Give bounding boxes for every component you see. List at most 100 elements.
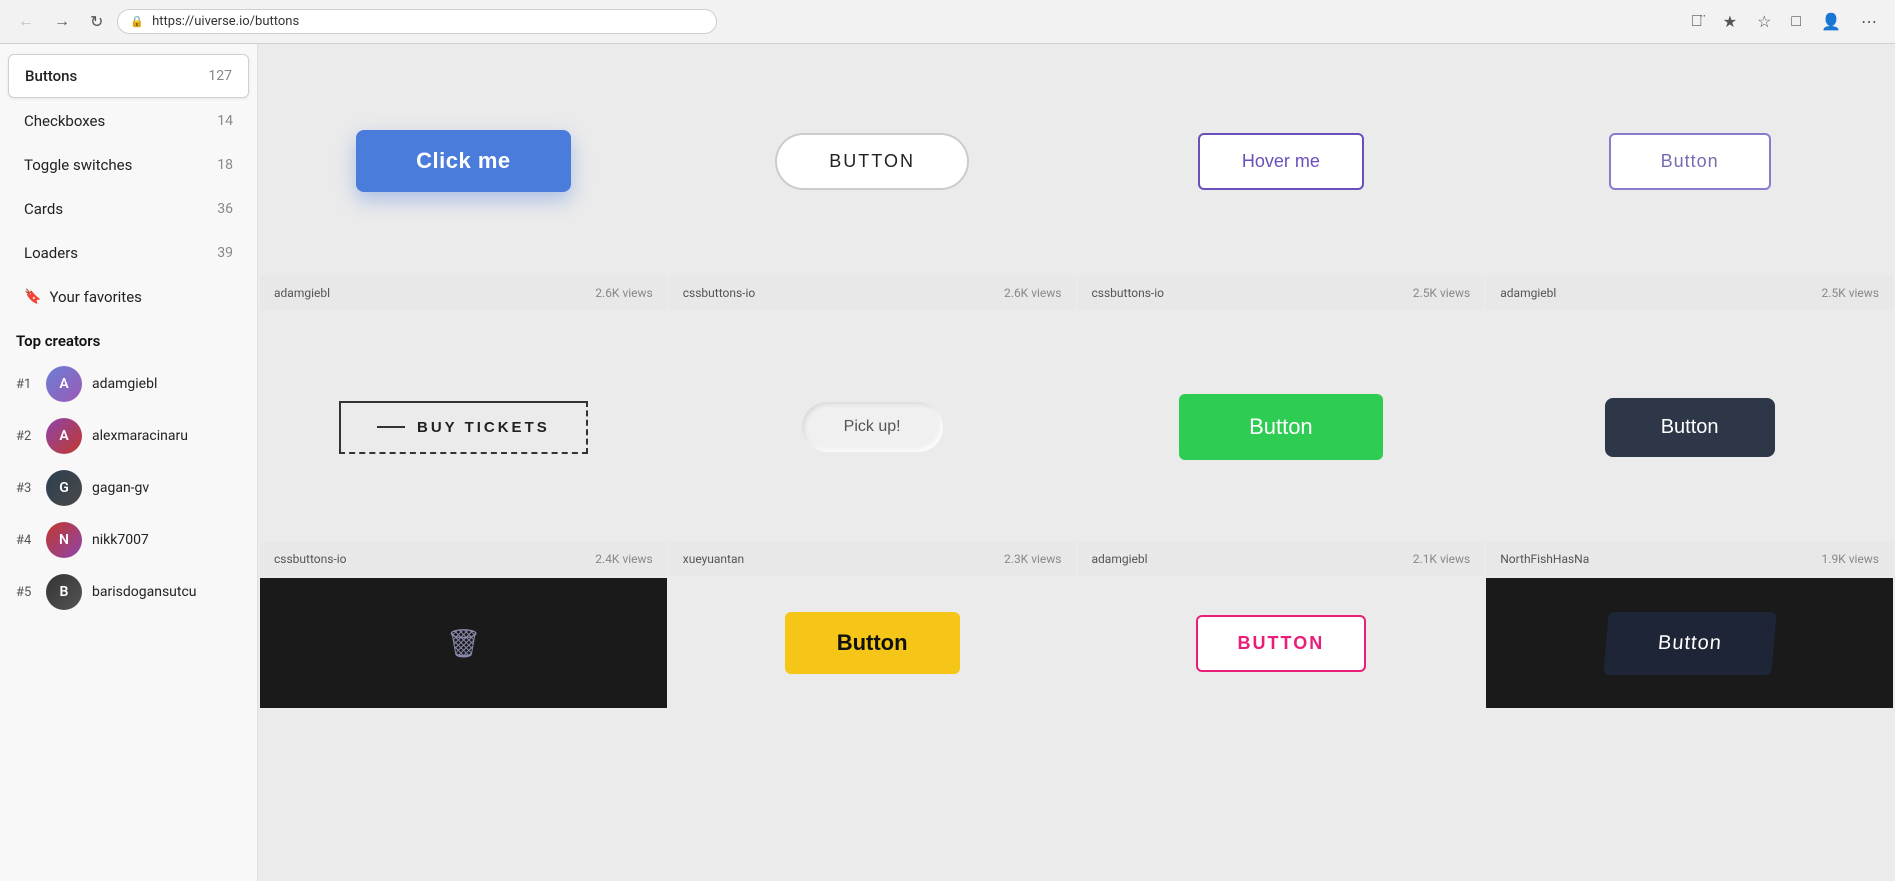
card-footer: xueyuantan 2.3K views [669, 542, 1076, 576]
creator-item-adamgiebl[interactable]: #1 A adamgiebl [0, 358, 257, 410]
card-preview: Button [1486, 312, 1893, 542]
avatar: A [46, 366, 82, 402]
sidebar-item-label: Buttons [25, 67, 77, 85]
browser-chrome: ← → ↻ 🔒 https://uiverse.io/buttons ｈ̈ ★ … [0, 0, 1895, 44]
card-preview: Button [1078, 312, 1485, 542]
card-views: 2.6K views [595, 286, 652, 300]
card-views: 2.6K views [1004, 286, 1061, 300]
address-bar[interactable]: 🔒 https://uiverse.io/buttons [117, 9, 717, 34]
collections-button[interactable]: □ [1785, 9, 1807, 35]
avatar: A [46, 418, 82, 454]
card-footer: adamgiebl 2.6K views [260, 276, 667, 310]
card-author: adamgiebl [1092, 552, 1148, 566]
preview-button[interactable]: Button [1609, 133, 1771, 190]
url-text: https://uiverse.io/buttons [152, 14, 299, 29]
card-author: cssbuttons-io [1092, 286, 1165, 300]
preview-button[interactable]: Button [1179, 394, 1383, 460]
card-views: 2.5K views [1413, 286, 1470, 300]
grid-card: Button [669, 578, 1076, 708]
main-content: Click me adamgiebl 2.6K views BUTTON css… [258, 44, 1895, 881]
sidebar-item-label: Your favorites [49, 288, 141, 306]
browser-toolbar-right: ｈ̈ ★ ☆ □ 👤 ⋯ [1685, 8, 1883, 36]
avatar: B [46, 574, 82, 610]
profile-button[interactable]: 👤 [1815, 8, 1847, 36]
creator-rank: #4 [16, 533, 36, 548]
creator-name: gagan-gv [92, 480, 149, 496]
grid-card: Hover me cssbuttons-io 2.5K views [1078, 46, 1485, 310]
lock-icon: 🔒 [130, 15, 144, 28]
sidebar-item-count: 39 [217, 245, 233, 261]
back-button[interactable]: ← [12, 9, 40, 35]
creator-rank: #5 [16, 585, 36, 600]
card-preview: Click me [260, 46, 667, 276]
menu-button[interactable]: ⋯ [1855, 8, 1883, 36]
preview-button[interactable]: BUY TICKETS [339, 401, 588, 454]
sidebar: Buttons127Checkboxes14Toggle switches18C… [0, 44, 258, 881]
card-preview: BUY TICKETS [260, 312, 667, 542]
creator-item-gagan-gv[interactable]: #3 G gagan-gv [0, 462, 257, 514]
reader-mode-button[interactable]: ｈ̈ [1685, 9, 1709, 35]
sidebar-item-favorites[interactable]: 🔖 Your favorites [8, 276, 249, 318]
card-preview: Pick up! [669, 312, 1076, 542]
preview-button[interactable]: 🗑 [446, 627, 482, 660]
extensions-button[interactable]: ★ [1717, 8, 1743, 36]
card-author: cssbuttons-io [683, 286, 756, 300]
refresh-button[interactable]: ↻ [84, 8, 109, 36]
top-creators-heading: Top creators [0, 320, 257, 358]
card-preview: BUTTON [1078, 578, 1485, 708]
card-footer: adamgiebl 2.1K views [1078, 542, 1485, 576]
sidebar-item-buttons[interactable]: Buttons 127 [8, 54, 249, 98]
card-views: 2.1K views [1413, 552, 1470, 566]
sidebar-item-count: 127 [208, 68, 232, 84]
creator-name: adamgiebl [92, 376, 157, 392]
creator-rank: #3 [16, 481, 36, 496]
card-preview: Button [1486, 578, 1893, 708]
sidebar-item-label: Loaders [24, 244, 78, 262]
creator-rank: #1 [16, 377, 36, 392]
creator-item-barisdogansutcu[interactable]: #5 B barisdogansutcu [0, 566, 257, 618]
sidebar-item-with-icon: 🔖 Your favorites [24, 288, 142, 306]
card-preview: Button [669, 578, 1076, 708]
sidebar-item-cards[interactable]: Cards36 [8, 188, 249, 230]
card-author: adamgiebl [1500, 286, 1556, 300]
grid-container: Click me adamgiebl 2.6K views BUTTON css… [258, 44, 1895, 710]
preview-button[interactable]: Button [1603, 612, 1776, 675]
sidebar-item-checkboxes[interactable]: Checkboxes 14 [8, 100, 249, 142]
sidebar-item-count: 18 [217, 157, 233, 173]
preview-button[interactable]: Click me [356, 130, 571, 192]
creator-item-alexmaracinaru[interactable]: #2 A alexmaracinaru [0, 410, 257, 462]
sidebar-item-toggle-switches[interactable]: Toggle switches18 [8, 144, 249, 186]
preview-button[interactable]: Pick up! [802, 402, 943, 452]
card-footer: cssbuttons-io 2.5K views [1078, 276, 1485, 310]
bookmark-icon: 🔖 [24, 289, 41, 305]
preview-button[interactable]: Hover me [1198, 133, 1364, 190]
card-views: 2.4K views [595, 552, 652, 566]
creator-rank: #2 [16, 429, 36, 444]
card-footer: NorthFishHasNa 1.9K views [1486, 542, 1893, 576]
grid-card: Button adamgiebl 2.5K views [1486, 46, 1893, 310]
card-preview: 🗑 [260, 578, 667, 708]
creator-item-nikk7007[interactable]: #4 N nikk7007 [0, 514, 257, 566]
preview-button[interactable]: Button [1605, 398, 1775, 457]
card-views: 2.3K views [1004, 552, 1061, 566]
sidebar-item-loaders[interactable]: Loaders 39 [8, 232, 249, 274]
preview-button[interactable]: Button [785, 612, 960, 674]
card-author: adamgiebl [274, 286, 330, 300]
avatar: G [46, 470, 82, 506]
preview-button[interactable]: BUTTON [1196, 615, 1367, 672]
creator-name: alexmaracinaru [92, 428, 188, 444]
sidebar-item-label: Checkboxes [24, 112, 105, 130]
card-author: xueyuantan [683, 552, 744, 566]
sidebar-item-count: 14 [217, 113, 233, 129]
card-preview: BUTTON [669, 46, 1076, 276]
card-footer: cssbuttons-io 2.6K views [669, 276, 1076, 310]
card-preview: Button [1486, 46, 1893, 276]
card-footer: cssbuttons-io 2.4K views [260, 542, 667, 576]
preview-button[interactable]: BUTTON [775, 133, 969, 190]
card-views: 2.5K views [1822, 286, 1879, 300]
card-author: NorthFishHasNa [1500, 552, 1589, 566]
app-container: Buttons127Checkboxes14Toggle switches18C… [0, 44, 1895, 881]
forward-button[interactable]: → [48, 9, 76, 35]
favorites-button[interactable]: ☆ [1751, 8, 1777, 36]
sidebar-item-label: Cards [24, 200, 63, 218]
